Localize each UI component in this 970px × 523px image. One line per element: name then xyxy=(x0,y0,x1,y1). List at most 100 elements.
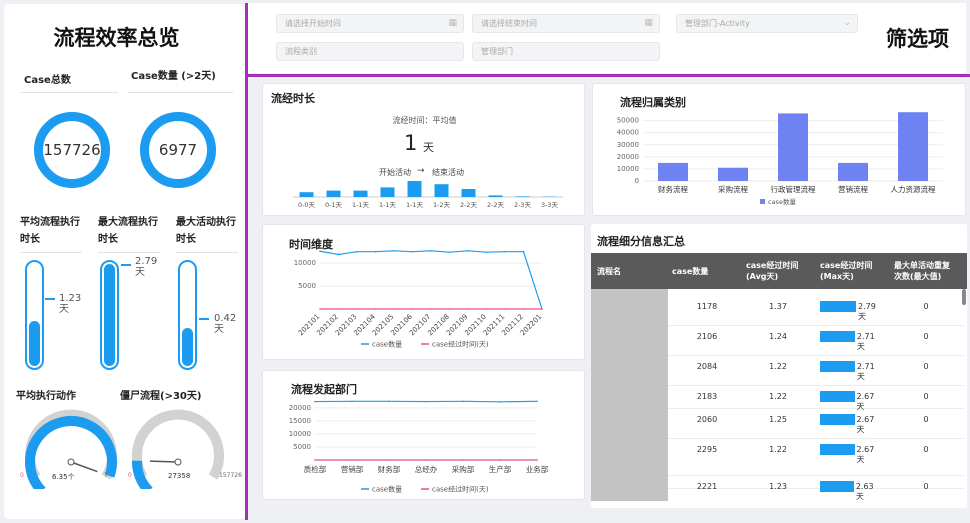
distribution-bar xyxy=(515,196,530,197)
start-time-picker[interactable]: 请选择开始时间 ▦ xyxy=(276,14,464,33)
filter-bar: 请选择开始时间 ▦ 请选择结束时间 ▦ 管理部门-Activity ⌄ 流程类别 管理… xyxy=(248,3,966,73)
cell-count: 2084 xyxy=(696,362,718,371)
col-avg-duration[interactable]: case经过时间 (Avg天) xyxy=(746,260,798,282)
data-point xyxy=(393,249,395,252)
x-tick-label: 2-2天 xyxy=(460,201,478,209)
dept-card: 流程发起部门 5000 10000 15000 20000 质检部 营销部 财务部 总经办 采购… xyxy=(262,370,585,500)
data-point xyxy=(499,401,501,403)
dept-placeholder: 管理部门 xyxy=(481,47,513,56)
data-point xyxy=(522,308,525,310)
col-max-repeat[interactable]: 最大单活动重复 次数(最大值) xyxy=(894,260,950,282)
max-duration-bar xyxy=(820,331,855,342)
gauge-tick xyxy=(199,318,209,320)
max-activity-duration-label: 最大活动执行时长 xyxy=(176,217,236,245)
cell-avg: 1.25 xyxy=(769,415,787,424)
data-point xyxy=(337,253,340,256)
cell-count: 2295 xyxy=(696,445,718,454)
cell-avg: 1.22 xyxy=(769,445,787,454)
table-row[interactable] xyxy=(668,296,964,326)
x-tick-label: 0-0天 xyxy=(298,201,316,209)
end-time-placeholder: 请选择结束时间 xyxy=(481,19,537,28)
data-point xyxy=(337,308,340,310)
col-flow-name[interactable]: 流程名 xyxy=(597,266,621,277)
y-tick-label: 20000 xyxy=(617,153,639,161)
data-point xyxy=(374,308,377,310)
data-point xyxy=(536,400,538,403)
data-point xyxy=(462,400,464,403)
y-tick-label: 10000 xyxy=(294,259,316,267)
cell-rep: 0 xyxy=(923,362,929,371)
legend-label: case经过时间(天) xyxy=(432,340,489,349)
duration-from: 开始活动 xyxy=(379,168,411,177)
duration-title: 流经时长 xyxy=(271,92,315,105)
x-tick-label: 总经办 xyxy=(415,464,438,474)
category-bar xyxy=(778,113,808,181)
x-tick-label: 采购部 xyxy=(452,464,475,474)
start-time-placeholder: 请选择开始时间 xyxy=(285,19,341,28)
gauge-fill xyxy=(29,321,40,366)
dept-select[interactable]: 管理部门 xyxy=(472,42,660,61)
x-tick-label: 1-2天 xyxy=(433,201,451,209)
data-point xyxy=(536,459,538,461)
cell-rep: 0 xyxy=(923,392,929,401)
x-tick-label: 人力资源流程 xyxy=(891,184,936,194)
x-tick-label: 行政管理流程 xyxy=(771,184,816,194)
data-point xyxy=(319,250,321,253)
cell-count: 2060 xyxy=(696,415,718,424)
y-tick-label: 40000 xyxy=(617,129,639,137)
data-point xyxy=(485,251,488,253)
cell-rep: 0 xyxy=(923,482,929,491)
filters-title: 筛选项 xyxy=(886,27,949,51)
data-point xyxy=(522,250,525,253)
category-chart: 0 10000 20000 30000 40000 50000 财务流程 采购流程 行政管理流程… xyxy=(617,112,943,206)
data-point xyxy=(393,308,395,310)
cell-count: 2106 xyxy=(696,332,718,341)
distribution-bar xyxy=(299,192,314,197)
table-row[interactable] xyxy=(668,409,964,439)
max-duration-bar xyxy=(820,414,855,425)
data-point xyxy=(430,308,432,310)
data-point xyxy=(425,459,427,461)
chevron-down-icon: ⌄ xyxy=(843,18,851,28)
cell-rep: 0 xyxy=(923,302,929,311)
cell-rep: 0 xyxy=(923,415,929,424)
flow-type-select[interactable]: 流程类别 xyxy=(276,42,464,61)
col-case-count[interactable]: case数量 xyxy=(672,266,708,277)
cell-avg: 1.22 xyxy=(769,392,787,401)
table-scrollbar[interactable] xyxy=(962,289,966,305)
dept-activity-select[interactable]: 管理部门-Activity ⌄ xyxy=(676,14,858,33)
data-point xyxy=(467,249,469,252)
cell-rep: 0 xyxy=(923,332,929,341)
data-point xyxy=(356,308,358,310)
distribution-bar xyxy=(353,190,368,197)
gauge-fill xyxy=(182,328,193,366)
needle-hub xyxy=(67,458,75,466)
table-row[interactable] xyxy=(668,356,964,386)
avg-flow-duration-gauge xyxy=(25,260,44,370)
zombie-flow-value: 27358 xyxy=(168,472,191,480)
flow-name-column xyxy=(591,289,668,501)
avg-actions-min: 0 xyxy=(20,472,24,479)
end-time-picker[interactable]: 请选择结束时间 ▦ xyxy=(472,14,660,33)
cell-count: 1178 xyxy=(696,302,718,311)
x-tick-label: 0-1天 xyxy=(325,201,343,209)
max-activity-duration-gauge xyxy=(178,260,197,370)
case-total-value: 157726 xyxy=(43,141,101,159)
table-row[interactable] xyxy=(668,326,964,356)
col-max-duration[interactable]: case经过时间 (Max天) xyxy=(820,260,872,282)
case-over2-value: 6977 xyxy=(158,141,198,159)
divider xyxy=(20,252,82,253)
legend-label: case经过时间(天) xyxy=(432,485,489,494)
zombie-flow-needle xyxy=(149,460,179,463)
max-activity-duration-value: 0.42 天 xyxy=(214,313,237,335)
data-point xyxy=(448,251,451,253)
avg-actions-value: 6.35个 xyxy=(52,473,75,481)
avg-actions-needle xyxy=(70,461,98,473)
legend-label: case数量 xyxy=(372,340,402,349)
calendar-icon: ▦ xyxy=(644,18,653,28)
x-tick-label: 2-2天 xyxy=(487,201,505,209)
y-tick-label: 5000 xyxy=(293,443,311,451)
avg-flow-duration-label: 平均流程执行时长 xyxy=(20,217,80,245)
distribution-bar xyxy=(434,184,449,197)
max-flow-duration-value: 2.79 天 xyxy=(135,256,158,278)
